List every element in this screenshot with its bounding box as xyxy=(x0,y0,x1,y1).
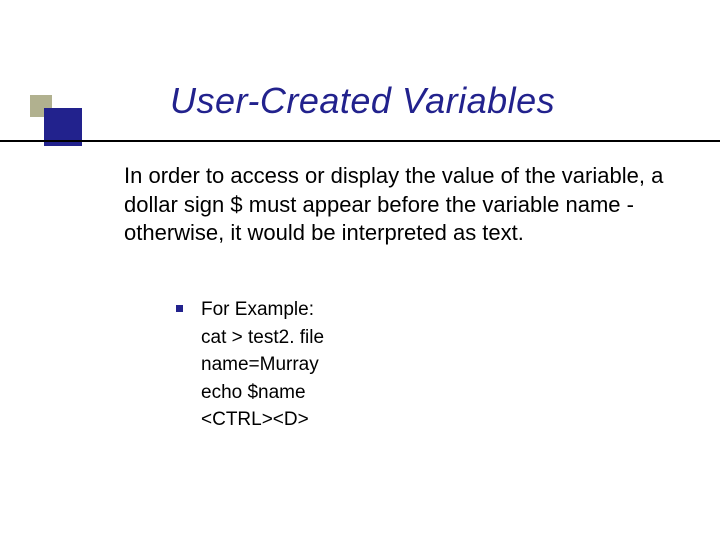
example-block: For Example: cat > test2. file name=Murr… xyxy=(176,296,596,434)
title-underline xyxy=(0,140,720,142)
example-line: cat > test2. file xyxy=(201,324,324,352)
example-label: For Example: xyxy=(201,296,324,324)
example-lines: For Example: cat > test2. file name=Murr… xyxy=(201,296,324,434)
example-line: <CTRL><D> xyxy=(201,406,324,434)
example-line: name=Murray xyxy=(201,351,324,379)
bullet-icon xyxy=(176,305,183,312)
example-line: echo $name xyxy=(201,379,324,407)
body-text: In order to access or display the value … xyxy=(124,162,664,248)
slide-title: User-Created Variables xyxy=(170,80,555,122)
